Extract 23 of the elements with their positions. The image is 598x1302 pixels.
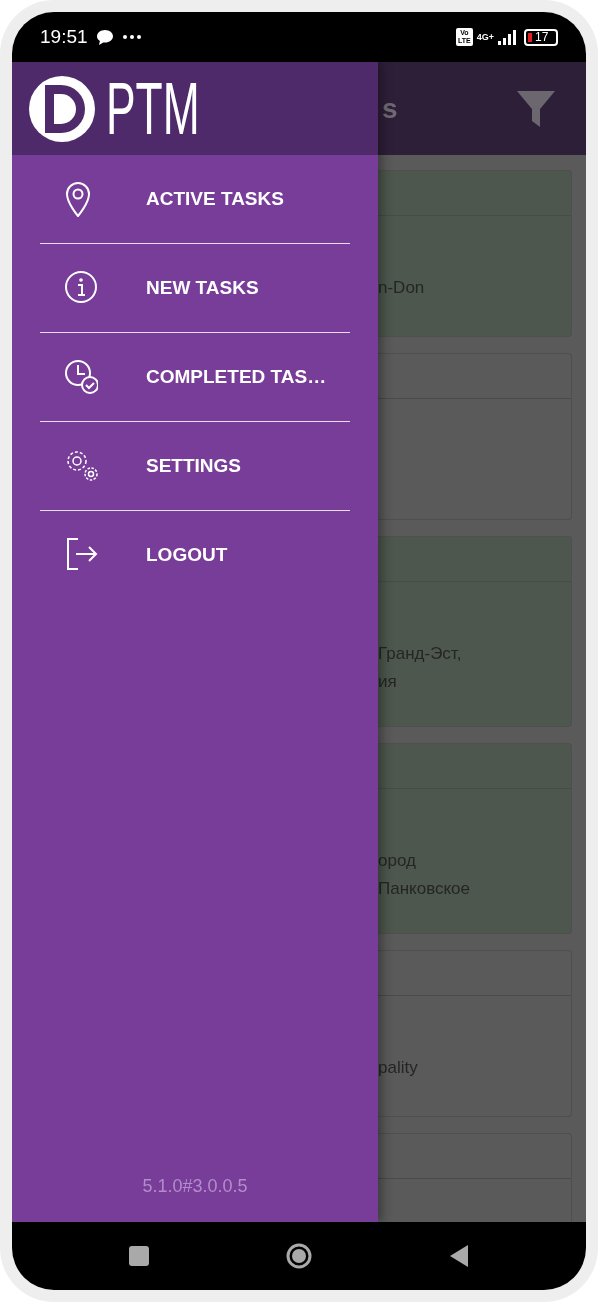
version-number: 5.1.0#3.0.0.5 <box>141 1175 249 1198</box>
info-icon <box>64 270 98 306</box>
logout-icon <box>64 537 98 573</box>
screen-title: s <box>382 91 398 126</box>
clock-time: 19:51 <box>40 24 88 49</box>
network-type: 4G+ <box>476 32 494 42</box>
brand-name: PTM <box>106 71 200 146</box>
message-icon <box>95 28 114 46</box>
drawer-menu-item[interactable]: ACTIVE TASKS <box>12 155 350 243</box>
drawer-menu-item[interactable]: COMPLETED TAS… <box>12 333 350 421</box>
filter-icon[interactable] <box>516 88 556 129</box>
clock-check-icon <box>64 359 98 395</box>
drawer-menu-item[interactable]: SETTINGS <box>12 422 350 510</box>
home-button[interactable] <box>285 1242 313 1270</box>
drawer-menu-item[interactable]: NEW TASKS <box>12 244 350 332</box>
more-icon <box>121 34 142 40</box>
signal-icon <box>498 29 516 45</box>
battery-level: 17 <box>524 28 558 46</box>
back-button[interactable] <box>448 1244 471 1268</box>
drawer-menu-item[interactable]: LOGOUT <box>12 511 350 599</box>
recents-button[interactable] <box>127 1245 150 1267</box>
logo-icon <box>28 74 96 143</box>
gears-icon <box>64 448 98 484</box>
